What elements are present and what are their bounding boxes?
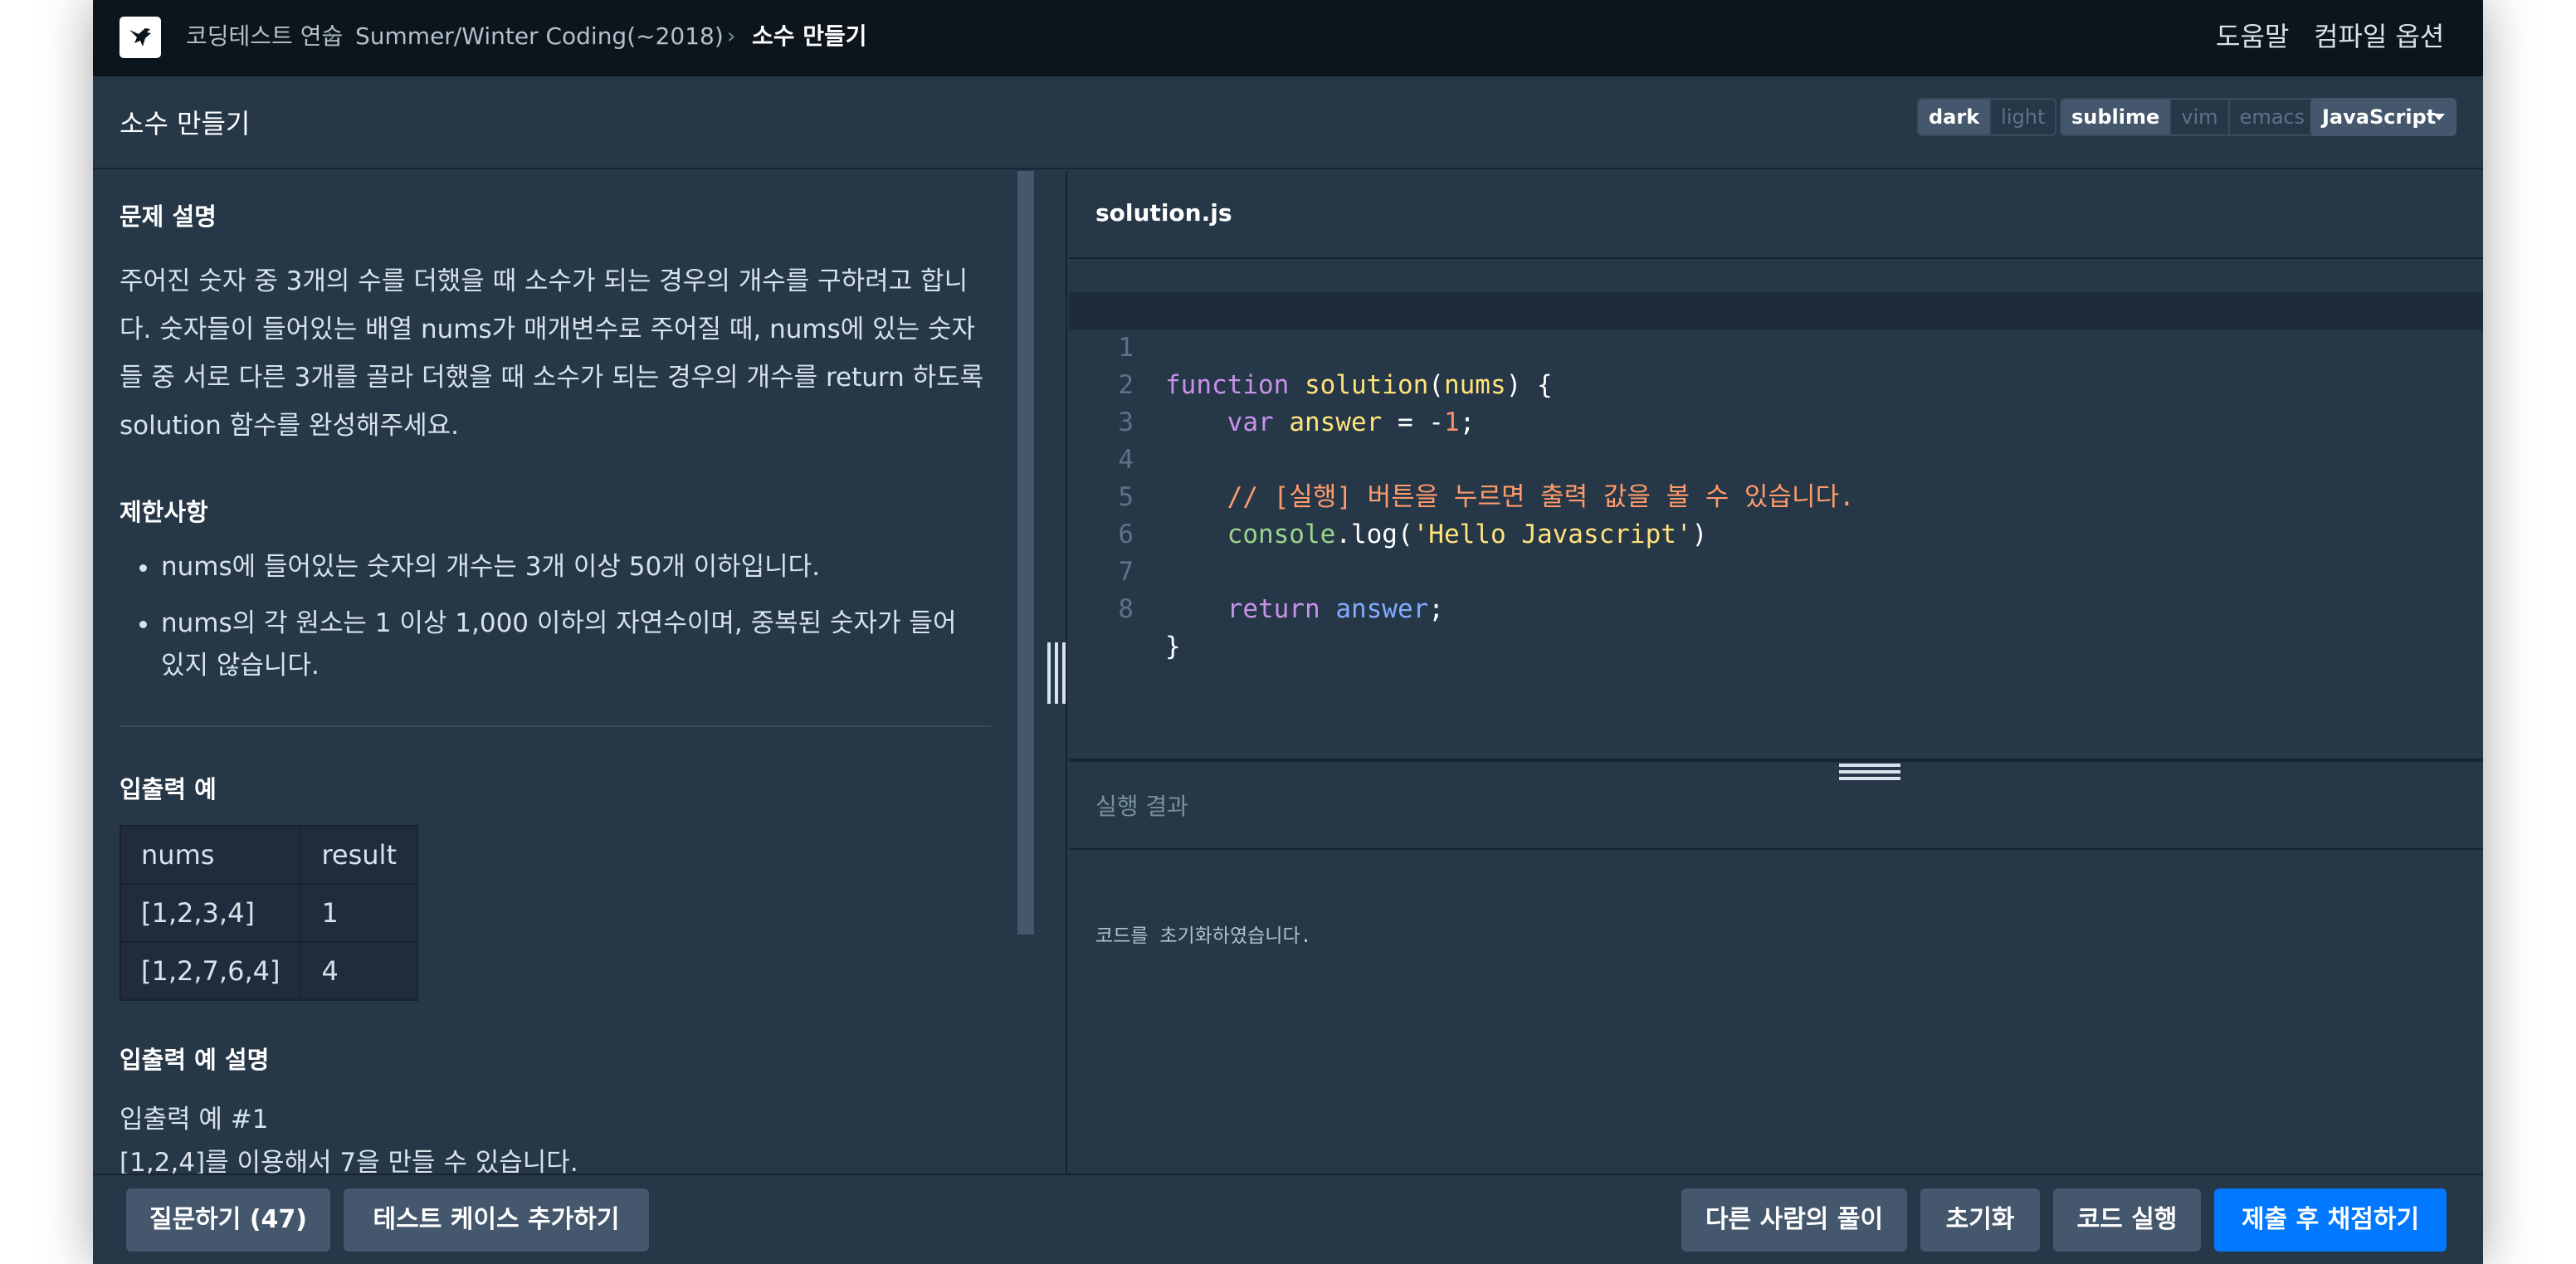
- code-token: }: [1165, 632, 1181, 661]
- io-desc-line: [1,2,4]를 이용해서 7을 만들 수 있습니다.: [120, 1148, 578, 1174]
- table-row: [1,2,7,6,4] 4: [119, 941, 418, 1001]
- section-heading: 제한사항: [120, 498, 208, 526]
- compile-options-link[interactable]: 컴파일 옵션: [2314, 18, 2444, 55]
- limit-item-text: 있지 않습니다.: [161, 651, 320, 681]
- limit-item-text: nums에 들어있는 숫자의 개수는 3개 이상 50개 이하입니다.: [161, 552, 821, 582]
- output-console: 코드를 초기화하였습니다.: [1069, 852, 2483, 1174]
- line-number: 8: [1118, 594, 1134, 624]
- ask-question-button[interactable]: 질문하기 (47): [126, 1188, 330, 1252]
- logo-icon[interactable]: [120, 17, 161, 58]
- vertical-resize-handle[interactable]: [1047, 642, 1066, 704]
- section-divider: [120, 725, 991, 727]
- io-desc-heading: 입출력 예 #1: [120, 1105, 269, 1135]
- code-line[interactable]: 8 }: [1069, 554, 2483, 661]
- problem-description-panel[interactable]: 문제 설명 주어진 숫자 중 3개의 수를 더했을 때 소수가 되는 경우의 개…: [93, 171, 1067, 1174]
- code-line[interactable]: 2 var answer = -1;: [1069, 329, 2483, 437]
- limit-item: nums에 들어있는 숫자의 개수는 3개 이상 50개 이하입니다.: [139, 546, 974, 588]
- table-cell: 4: [300, 941, 418, 1001]
- theme-dark-option[interactable]: dark: [1919, 100, 1992, 134]
- bottom-action-bar: 질문하기 (47) 테스트 케이스 추가하기 다른 사람의 풀이 초기화 코드 …: [93, 1174, 2483, 1264]
- chevron-right-icon: ›: [727, 24, 736, 49]
- keymap-toggle: sublime vim emacs: [2060, 98, 2317, 136]
- code-line[interactable]: 6: [1069, 479, 2483, 549]
- breadcrumb-item[interactable]: 코딩테스트 연습: [186, 18, 343, 55]
- top-navbar: 코딩테스트 연습 › Summer/Winter Coding(~2018) ›…: [93, 0, 2483, 76]
- section-heading: 입출력 예: [120, 775, 217, 803]
- editor-header: solution.js: [1069, 171, 2483, 259]
- others-solutions-button[interactable]: 다른 사람의 풀이: [1681, 1188, 1907, 1252]
- help-link[interactable]: 도움말: [2216, 18, 2289, 55]
- code-token: answer: [1335, 594, 1429, 624]
- table-cell: [1,2,7,6,4]: [119, 941, 302, 1001]
- reset-button[interactable]: 초기화: [1920, 1188, 2040, 1252]
- submit-button[interactable]: 제출 후 채점하기: [2214, 1188, 2447, 1252]
- keymap-sublime-option[interactable]: sublime: [2061, 100, 2172, 134]
- problem-title-bar: 소수 만들기 dark light sublime vim emacs Java…: [93, 76, 2483, 169]
- output-message: 코드를 초기화하였습니다.: [1095, 925, 1312, 947]
- code-editor[interactable]: 1 function solution(nums) { 2 var answer…: [1069, 261, 2483, 759]
- code-line[interactable]: 5 console.log('Hello Javascript'): [1069, 442, 2483, 549]
- chevron-right-icon: ›: [327, 24, 336, 49]
- table-header-cell: result: [300, 825, 418, 885]
- description-line: 들 중 서로 다른 3개를 골라 더했을 때 소수가 되는 경우의 개수를 re…: [120, 363, 984, 393]
- file-name: solution.js: [1095, 199, 1232, 227]
- limit-item: nums의 각 원소는 1 이상 1,000 이하의 자연수이며, 중복된 숫자…: [139, 603, 974, 687]
- code-line[interactable]: 1 function solution(nums) {: [1069, 292, 2483, 400]
- keymap-emacs-option[interactable]: emacs: [2230, 100, 2315, 134]
- add-testcase-button[interactable]: 테스트 케이스 추가하기: [344, 1188, 649, 1252]
- caret-down-icon: [2433, 114, 2445, 120]
- breadcrumb-current: 소수 만들기: [752, 22, 867, 50]
- limit-item-text: nums의 각 원소는 1 이상 1,000 이하의 자연수이며, 중복된 숫자…: [161, 608, 957, 638]
- panel-divider: [1066, 171, 1067, 1174]
- app-window: 코딩테스트 연습 › Summer/Winter Coding(~2018) ›…: [93, 0, 2483, 1264]
- description-line: solution 함수를 완성해주세요.: [120, 411, 459, 441]
- table-cell: 1: [300, 883, 418, 943]
- code-line[interactable]: 7 return answer;: [1069, 516, 2483, 624]
- io-example-table: nums result [1,2,3,4] 1 [1,2,7,6,4] 4: [119, 825, 418, 1001]
- theme-toggle: dark light: [1917, 98, 2057, 136]
- output-title: 실행 결과: [1095, 793, 1188, 820]
- output-header: 실행 결과: [1069, 762, 2483, 850]
- language-select[interactable]: JavaScript: [2310, 98, 2456, 136]
- table-cell: [1,2,3,4]: [119, 883, 302, 943]
- section-heading: 입출력 예 설명: [120, 1046, 270, 1074]
- scrollbar-thumb[interactable]: [1017, 171, 1034, 935]
- page-title: 소수 만들기: [120, 108, 251, 139]
- language-select-label: JavaScript: [2322, 105, 2437, 129]
- breadcrumb-item[interactable]: Summer/Winter Coding(~2018): [355, 18, 724, 55]
- code-line[interactable]: 3: [1069, 367, 2483, 437]
- run-code-button[interactable]: 코드 실행: [2053, 1188, 2201, 1252]
- theme-light-option[interactable]: light: [1991, 100, 2055, 134]
- keymap-vim-option[interactable]: vim: [2171, 100, 2230, 134]
- table-header-cell: nums: [119, 825, 302, 885]
- table-header-row: nums result: [119, 825, 418, 885]
- description-line: 다. 숫자들이 들어있는 배열 nums가 매개변수로 주어질 때, nums에…: [120, 315, 976, 344]
- section-heading: 문제 설명: [120, 203, 217, 231]
- description-line: 주어진 숫자 중 3개의 수를 더했을 때 소수가 되는 경우의 개수를 구하려…: [120, 266, 968, 296]
- table-row: [1,2,3,4] 1: [119, 883, 418, 943]
- code-token: ;: [1428, 594, 1444, 624]
- code-token: return: [1227, 594, 1320, 624]
- code-line[interactable]: 4 // [실행] 버튼을 누르면 출력 값을 볼 수 있습니다.: [1069, 404, 2483, 512]
